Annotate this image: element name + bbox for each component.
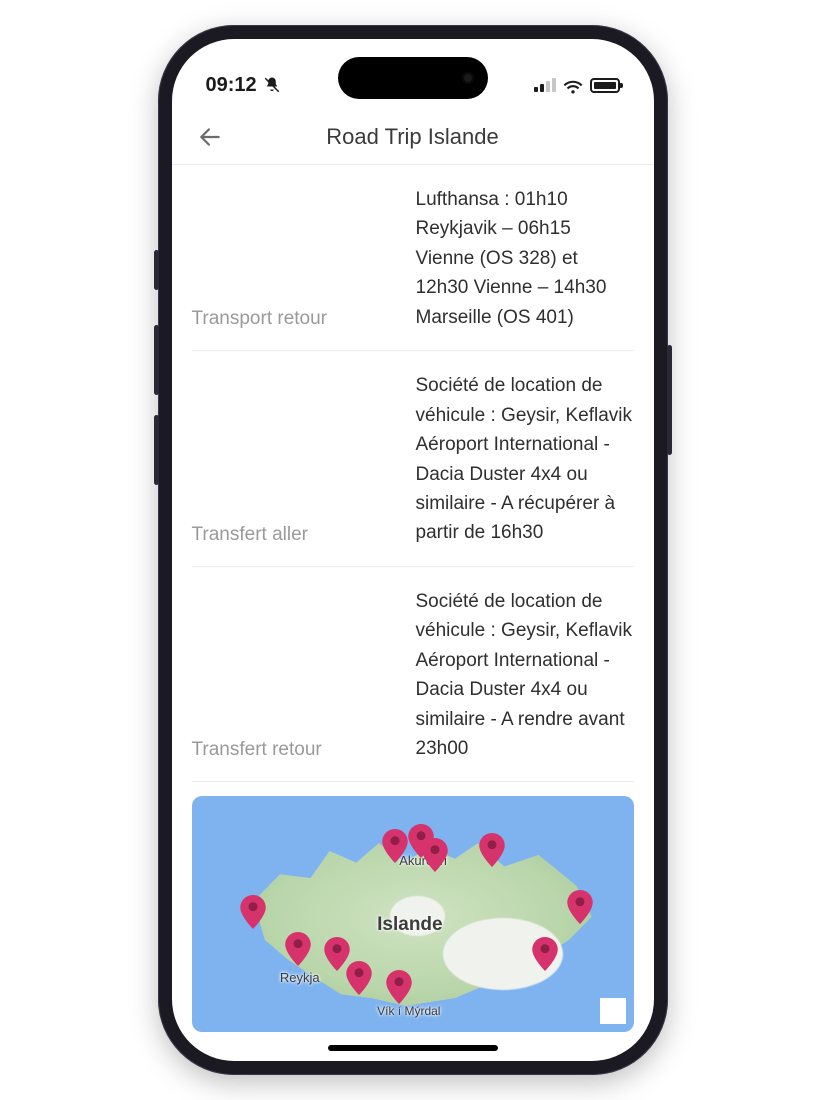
volume-up-button (154, 325, 159, 395)
details-list: Transport retour Lufthansa : 01h10 Reykj… (172, 165, 654, 782)
bell-slash-icon (263, 76, 281, 94)
battery-icon (590, 78, 620, 93)
detail-value: Société de location de véhicule : Geysir… (416, 587, 634, 764)
map-attribution-box (600, 998, 626, 1024)
detail-label: Transport retour (192, 308, 392, 332)
dynamic-island (338, 57, 488, 99)
map-pin-icon[interactable] (422, 838, 448, 872)
status-time: 09:12 (206, 74, 257, 97)
detail-value: Société de location de véhicule : Geysir… (416, 371, 634, 548)
detail-label: Transfert retour (192, 739, 392, 763)
map-pin-icon[interactable] (240, 895, 266, 929)
wifi-icon (563, 77, 583, 93)
map-pin-icon[interactable] (532, 937, 558, 971)
screen: 09:12 Road Trip Islande Tra (172, 39, 654, 1061)
volume-down-button (154, 415, 159, 485)
phone-frame: 09:12 Road Trip Islande Tra (158, 25, 668, 1075)
map-pin-icon[interactable] (382, 829, 408, 863)
map-pin-icon[interactable] (285, 932, 311, 966)
detail-value: Lufthansa : 01h10 Reykjavik – 06h15 Vien… (416, 185, 634, 332)
map-city-label: Vík í Mýrdal (377, 1004, 440, 1018)
map-container: Islande Reykja Akureyri Vík í Mýrdal (172, 782, 654, 1032)
page-header: Road Trip Islande (172, 109, 654, 165)
home-indicator[interactable] (328, 1045, 498, 1051)
detail-label: Transfert aller (192, 524, 392, 548)
detail-row: Transport retour Lufthansa : 01h10 Reykj… (192, 165, 634, 351)
map-pin-icon[interactable] (386, 970, 412, 1004)
side-button (154, 250, 159, 290)
trip-map[interactable]: Islande Reykja Akureyri Vík í Mýrdal (192, 796, 634, 1032)
map-pin-icon[interactable] (479, 833, 505, 867)
map-pin-icon[interactable] (567, 890, 593, 924)
map-pin-icon[interactable] (346, 961, 372, 995)
map-glacier (390, 896, 445, 936)
page-title: Road Trip Islande (192, 124, 634, 150)
detail-row: Transfert aller Société de location de v… (192, 351, 634, 567)
cellular-signal-icon (534, 78, 556, 92)
power-button (667, 345, 672, 455)
detail-row: Transfert retour Société de location de … (192, 567, 634, 783)
